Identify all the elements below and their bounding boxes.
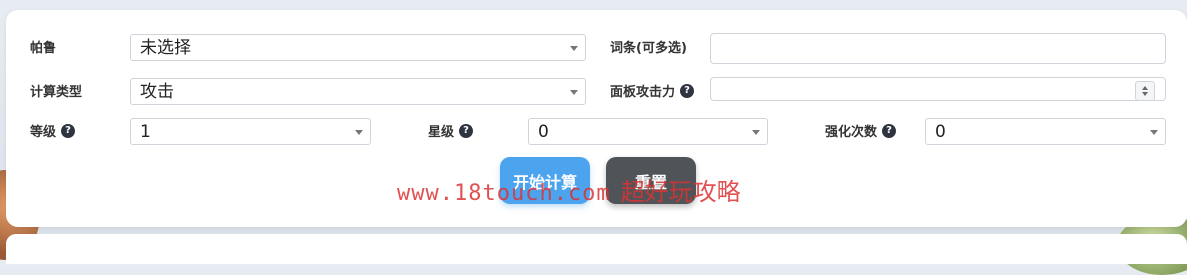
chevron-down-icon bbox=[355, 130, 363, 135]
panel-attack-number-input[interactable] bbox=[710, 77, 1166, 101]
spinner-up-icon[interactable] bbox=[1142, 86, 1148, 90]
level-label-text: 等级 bbox=[30, 125, 57, 140]
level-label: 等级 ? bbox=[30, 121, 76, 140]
star-select-value: 0 bbox=[538, 122, 549, 142]
calculate-button[interactable]: 开始计算 bbox=[500, 157, 590, 204]
results-panel-edge bbox=[6, 234, 1187, 264]
chevron-down-icon bbox=[1150, 130, 1158, 135]
calc-type-select[interactable]: 攻击 bbox=[130, 78, 586, 105]
enhance-label-text: 强化次数 bbox=[825, 125, 878, 140]
reset-button[interactable]: 重置 bbox=[606, 157, 696, 204]
help-icon[interactable]: ? bbox=[882, 123, 897, 138]
chevron-down-icon bbox=[570, 90, 578, 95]
calc-type-label-text: 计算类型 bbox=[30, 85, 83, 100]
calculate-button-label: 开始计算 bbox=[512, 172, 577, 192]
panel-attack-label-text: 面板攻击力 bbox=[610, 85, 676, 100]
chevron-down-icon bbox=[752, 130, 760, 135]
pal-label-text: 帕鲁 bbox=[30, 41, 57, 56]
level-select-value: 1 bbox=[140, 122, 151, 142]
star-label: 星级 ? bbox=[428, 121, 474, 140]
pal-select-value: 未选择 bbox=[140, 38, 191, 58]
affix-multiselect-input[interactable] bbox=[710, 33, 1166, 64]
chevron-down-icon bbox=[570, 46, 578, 51]
enhance-select[interactable]: 0 bbox=[925, 118, 1166, 145]
level-select[interactable]: 1 bbox=[130, 118, 371, 145]
affix-label-text: 词条(可多选) bbox=[610, 41, 687, 56]
help-icon[interactable]: ? bbox=[459, 123, 474, 138]
pal-label: 帕鲁 bbox=[30, 37, 56, 56]
number-spinner[interactable] bbox=[1135, 81, 1155, 101]
panel-attack-label: 面板攻击力 ? bbox=[610, 81, 695, 100]
help-icon[interactable]: ? bbox=[61, 123, 76, 138]
enhance-select-value: 0 bbox=[935, 122, 946, 142]
reset-button-label: 重置 bbox=[634, 172, 667, 192]
help-icon[interactable]: ? bbox=[680, 83, 695, 98]
affix-label: 词条(可多选) bbox=[610, 37, 687, 56]
calc-type-label: 计算类型 bbox=[30, 81, 82, 100]
calc-type-select-value: 攻击 bbox=[140, 82, 174, 102]
star-label-text: 星级 bbox=[428, 125, 455, 140]
pal-select[interactable]: 未选择 bbox=[130, 34, 586, 61]
star-select[interactable]: 0 bbox=[528, 118, 768, 145]
enhance-label: 强化次数 ? bbox=[825, 121, 897, 140]
spinner-down-icon[interactable] bbox=[1142, 92, 1148, 96]
